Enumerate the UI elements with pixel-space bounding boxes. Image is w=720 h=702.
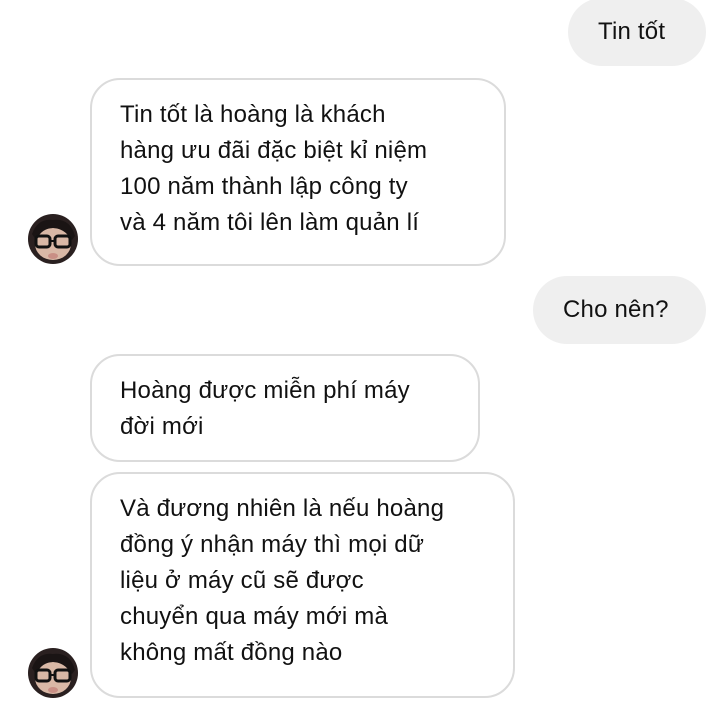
outgoing-message[interactable]: Tin tốt: [568, 0, 706, 66]
message-line: đồng ý nhận máy thì mọi dữ: [120, 531, 425, 558]
incoming-message[interactable]: Tin tốt là hoàng là khách hàng ưu đãi đặ…: [90, 78, 506, 266]
message-line: Tin tốt là hoàng là khách: [120, 101, 386, 128]
message-line: không mất đồng nào: [120, 639, 343, 666]
message-text: Tin tốt: [598, 18, 666, 45]
avatar-image: [28, 214, 78, 264]
outgoing-message[interactable]: Cho nên?: [533, 276, 706, 344]
incoming-message[interactable]: Hoàng được miễn phí máy đời mới: [90, 354, 480, 462]
incoming-message[interactable]: Và đương nhiên là nếu hoàng đồng ý nhận …: [90, 472, 515, 698]
message-line: đời mới: [120, 413, 204, 440]
avatar[interactable]: [28, 648, 78, 698]
message-line: 100 năm thành lập công ty: [120, 173, 408, 200]
avatar-image: [28, 648, 78, 698]
message-line: chuyển qua máy mới mà: [120, 603, 389, 630]
message-line: và 4 năm tôi lên làm quản lí: [120, 209, 420, 236]
message-text: Cho nên?: [563, 296, 669, 323]
message-line: hàng ưu đãi đặc biệt kỉ niệm: [120, 137, 428, 164]
avatar[interactable]: [28, 214, 78, 264]
message-line: Hoàng được miễn phí máy: [120, 377, 410, 404]
message-line: liệu ở máy cũ sẽ được: [120, 567, 364, 594]
message-line: Và đương nhiên là nếu hoàng: [120, 495, 445, 522]
